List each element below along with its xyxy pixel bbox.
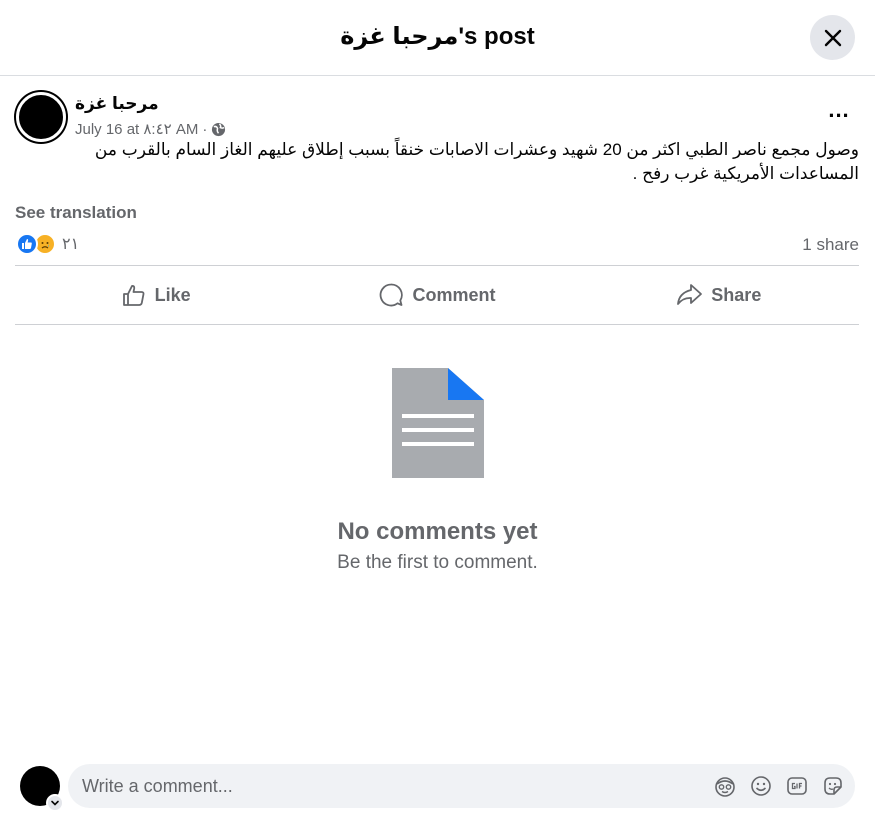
post-timestamp[interactable]: July 16 at ٨:٤٢ AM bbox=[75, 120, 198, 138]
close-icon[interactable] bbox=[823, 28, 843, 48]
share-button[interactable]: Share bbox=[578, 266, 859, 324]
author-avatar[interactable] bbox=[16, 92, 66, 142]
post-meta: July 16 at ٨:٤٢ AM · bbox=[75, 120, 226, 138]
sticker-button[interactable] bbox=[821, 774, 845, 798]
gif-button[interactable] bbox=[785, 774, 809, 798]
no-comments-state: No comments yet Be the first to comment. bbox=[0, 368, 875, 574]
more-icon[interactable]: ... bbox=[828, 99, 849, 121]
like-icon bbox=[122, 285, 145, 306]
post-header: مرحبا غزة July 16 at ٨:٤٢ AM · ... bbox=[16, 92, 859, 142]
empty-state-subtitle: Be the first to comment. bbox=[337, 552, 538, 573]
comment-icon bbox=[380, 283, 404, 307]
reactions-summary[interactable]: ٢١ bbox=[16, 233, 79, 255]
share-label: Share bbox=[711, 284, 762, 305]
chevron-down-icon bbox=[51, 800, 59, 806]
avatar-sticker-icon bbox=[715, 777, 735, 797]
reaction-count[interactable]: ٢١ bbox=[62, 234, 79, 254]
avatar-sticker-button[interactable] bbox=[713, 774, 737, 798]
dialog-header: مرحبا غزة's post bbox=[0, 0, 875, 76]
comment-label: Comment bbox=[412, 284, 496, 305]
comment-button[interactable]: Comment bbox=[296, 266, 577, 324]
post-body-text: وصول مجمع ناصر الطبي اكثر من 20 شهيد وعش… bbox=[94, 140, 859, 183]
emoji-icon bbox=[751, 776, 771, 796]
comment-box bbox=[68, 764, 855, 808]
action-bar: Like Comment Share bbox=[15, 265, 859, 325]
share-count[interactable]: 1 share bbox=[802, 235, 859, 255]
meta-separator: · bbox=[202, 120, 208, 138]
empty-state-title: No comments yet bbox=[337, 518, 538, 545]
like-label: Like bbox=[154, 284, 191, 305]
like-reaction-icon bbox=[16, 233, 38, 255]
like-button[interactable]: Like bbox=[15, 266, 296, 324]
emoji-button[interactable] bbox=[749, 774, 773, 798]
comment-composer bbox=[20, 764, 860, 812]
more-options-button[interactable]: ... bbox=[819, 99, 859, 126]
document-icon bbox=[391, 368, 484, 478]
close-button[interactable] bbox=[810, 15, 855, 60]
share-icon bbox=[677, 284, 703, 305]
dialog-title: مرحبا غزة's post bbox=[340, 23, 535, 50]
see-translation-link[interactable]: See translation bbox=[15, 203, 137, 223]
composer-tools bbox=[713, 774, 845, 798]
author-name[interactable]: مرحبا غزة bbox=[75, 94, 159, 114]
comment-input[interactable] bbox=[82, 764, 702, 808]
globe-icon bbox=[212, 122, 226, 136]
sticker-icon bbox=[824, 777, 842, 795]
gif-icon bbox=[787, 777, 807, 795]
profile-switch-button[interactable] bbox=[46, 794, 64, 812]
